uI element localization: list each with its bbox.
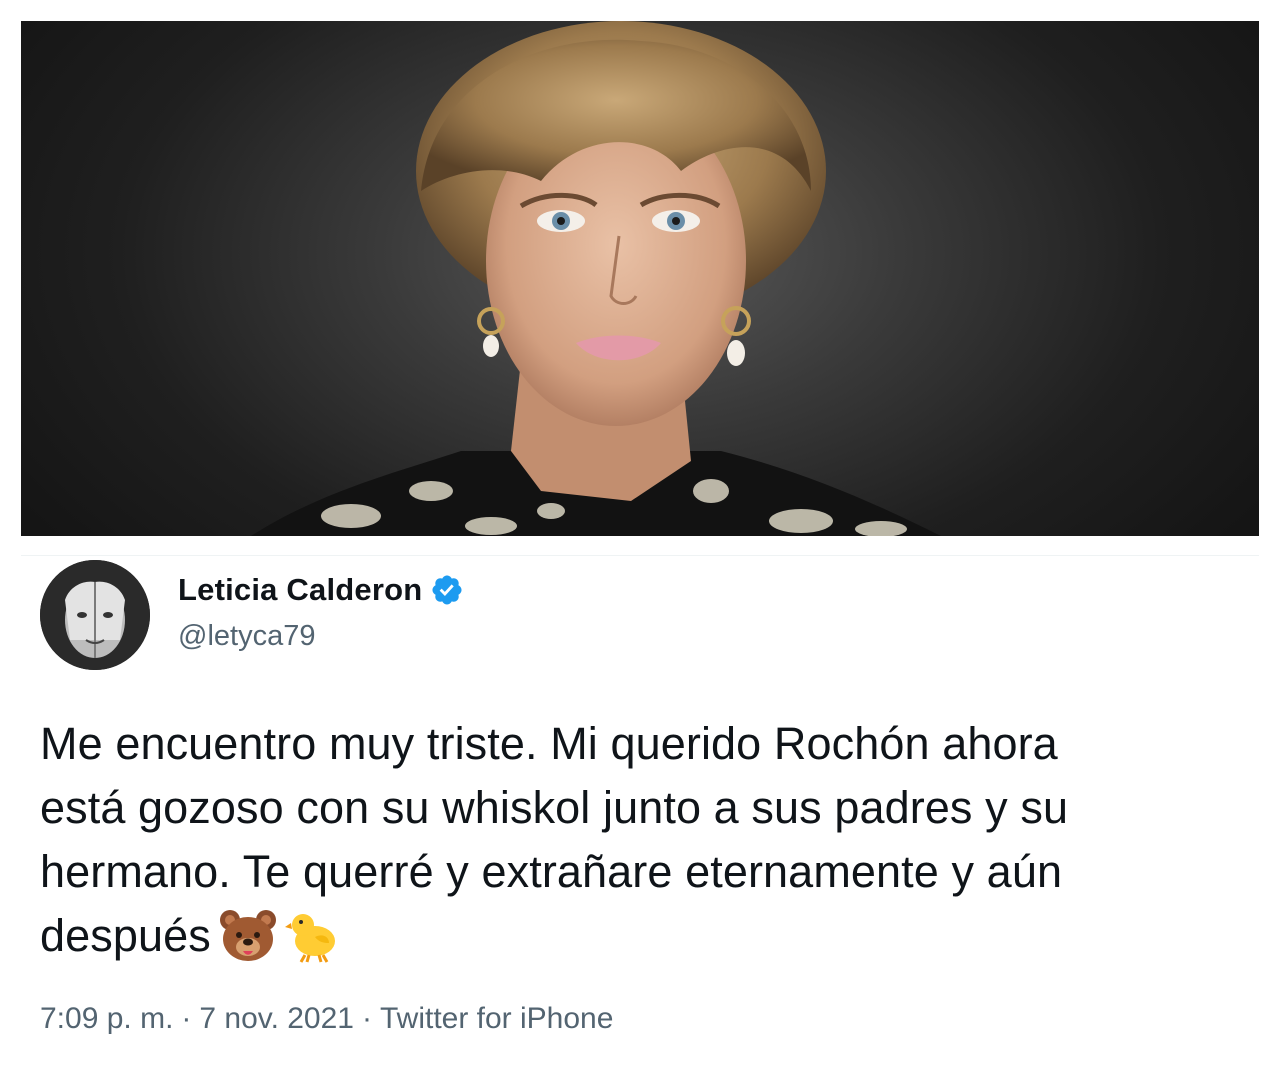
tweet-metadata: 7:09 p. m. · 7 nov. 2021 · Twitter for iPhon… bbox=[40, 1002, 613, 1036]
meta-separator: · bbox=[361, 1002, 372, 1035]
avatar[interactable] bbox=[40, 560, 150, 670]
tweet-time[interactable]: 7:09 p. m. bbox=[40, 1002, 173, 1035]
tweet-text-line: Me encuentro muy triste. Mi querido Roch… bbox=[40, 718, 1058, 769]
tweet-date[interactable]: 7 nov. 2021 bbox=[199, 1002, 354, 1035]
portrait-illustration bbox=[251, 21, 941, 536]
divider-line bbox=[21, 555, 1259, 556]
header-photo bbox=[21, 21, 1259, 536]
tweet-text-line: después bbox=[40, 910, 211, 961]
tweet-text: Me encuentro muy triste. Mi querido Roch… bbox=[40, 712, 1240, 980]
tweet-text-last-line: después bbox=[40, 904, 1240, 980]
meta-separator: · bbox=[181, 1002, 192, 1035]
avatar-image bbox=[40, 560, 150, 670]
tweet-text-line: hermano. Te querré y extrañare eternamen… bbox=[40, 846, 1063, 897]
author-handle[interactable]: @letyca79 bbox=[178, 620, 315, 653]
author-display-name[interactable]: Leticia Calderon bbox=[178, 572, 422, 608]
author-name-row[interactable]: Leticia Calderon bbox=[178, 572, 464, 608]
verified-badge-icon bbox=[430, 573, 464, 607]
tweet-source[interactable]: Twitter for iPhone bbox=[380, 1002, 613, 1035]
bear-face-emoji bbox=[219, 909, 277, 980]
tweet-text-line: está gozoso con su whiskol junto a sus p… bbox=[40, 782, 1069, 833]
baby-chick-emoji bbox=[284, 907, 341, 980]
